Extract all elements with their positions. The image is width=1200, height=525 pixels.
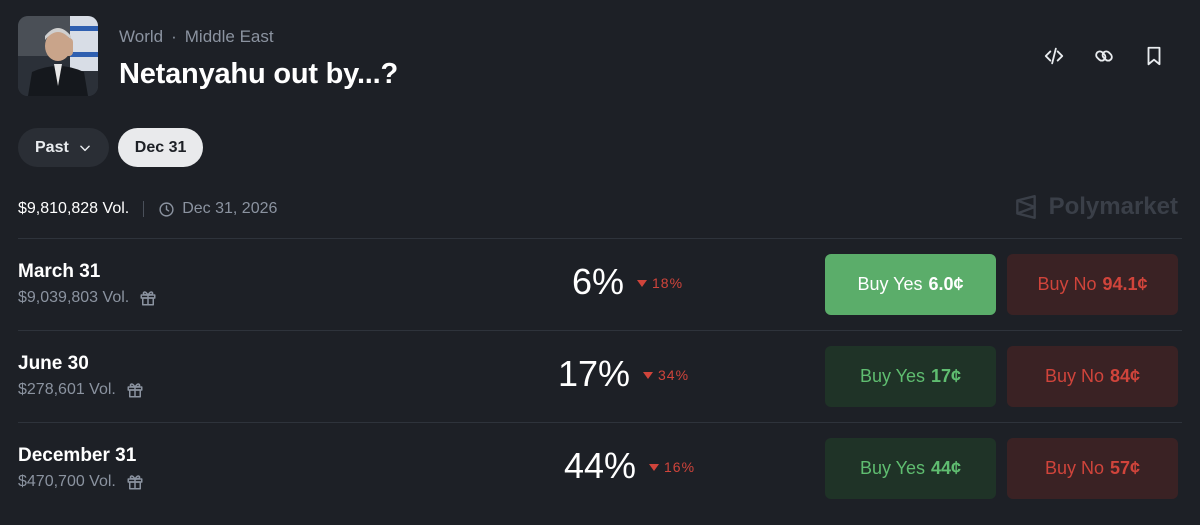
- buy-yes-price: 44¢: [931, 458, 962, 478]
- buy-yes-button[interactable]: Buy Yes 6.0¢: [825, 254, 996, 315]
- buy-no-label: Buy No: [1037, 274, 1097, 294]
- market-volume: $470,700 Vol.: [18, 473, 144, 491]
- past-dropdown-label: Past: [35, 138, 69, 156]
- page-title: Netanyahu out by...?: [119, 58, 399, 90]
- gift-icon[interactable]: [126, 473, 144, 491]
- probability-change-text: 18%: [652, 275, 684, 291]
- breadcrumb: World · Middle East: [119, 27, 274, 47]
- past-dropdown[interactable]: Past: [18, 128, 109, 167]
- embed-code-icon[interactable]: [1042, 44, 1066, 68]
- gift-icon[interactable]: [126, 381, 144, 399]
- brand-name: Polymarket: [1048, 193, 1178, 220]
- buy-yes-price: 6.0¢: [928, 274, 964, 294]
- link-icon[interactable]: [1092, 44, 1116, 68]
- buy-no-price: 84¢: [1109, 366, 1141, 386]
- down-arrow-icon: [637, 280, 647, 287]
- down-arrow-icon: [643, 372, 653, 379]
- chevron-down-icon: [79, 145, 90, 151]
- market-row: March 31 $9,039,803 Vol. 6% 18% Buy Yes …: [18, 238, 1182, 331]
- market-thumbnail: [18, 16, 98, 96]
- market-row: December 31 $470,700 Vol. 44% 16% Buy Ye…: [18, 422, 1182, 515]
- market-volume: $278,601 Vol.: [18, 381, 144, 399]
- date-pill-selected[interactable]: Dec 31: [117, 128, 204, 167]
- market-volume: $9,039,803 Vol.: [18, 289, 157, 307]
- breadcrumb-category[interactable]: World: [119, 27, 163, 46]
- buy-yes-label: Buy Yes: [859, 366, 925, 386]
- buy-no-label: Buy No: [1044, 458, 1104, 478]
- buy-no-button[interactable]: Buy No 84¢: [1007, 346, 1178, 407]
- probability-change: 18%: [637, 275, 683, 291]
- buy-yes-label: Buy Yes: [857, 274, 923, 294]
- polymarket-logo-icon: [1015, 194, 1036, 220]
- market-probability: 17%: [557, 353, 630, 394]
- breadcrumb-subcategory[interactable]: Middle East: [185, 27, 274, 46]
- probability-change: 16%: [649, 459, 695, 475]
- buy-no-button[interactable]: Buy No 57¢: [1007, 438, 1178, 499]
- market-meta: $9,810,828 Vol. Dec 31, 2026: [18, 200, 277, 218]
- market-name[interactable]: March 31: [18, 261, 100, 283]
- gift-icon[interactable]: [139, 289, 157, 307]
- market-row: June 30 $278,601 Vol. 17% 34% Buy Yes 17…: [18, 330, 1182, 423]
- date-filters: Past Dec 31: [18, 128, 204, 167]
- clock-icon: [159, 201, 174, 217]
- down-arrow-icon: [649, 464, 659, 471]
- header-actions: [1042, 44, 1166, 68]
- total-volume: $9,810,828 Vol.: [18, 200, 130, 217]
- market-volume-text: $470,700 Vol.: [18, 473, 116, 490]
- probability-change-text: 16%: [664, 459, 696, 475]
- buy-yes-price: 17¢: [931, 366, 962, 386]
- market-thumbnail-image: [18, 16, 98, 96]
- bookmark-icon[interactable]: [1142, 44, 1166, 68]
- market-probability: 44%: [563, 445, 636, 486]
- probability-change-text: 34%: [658, 367, 690, 383]
- market-header: World · Middle East Netanyahu out by...?: [18, 16, 1182, 98]
- market-volume-text: $278,601 Vol.: [18, 381, 116, 398]
- end-date: Dec 31, 2026: [158, 200, 277, 218]
- meta-divider: [143, 201, 145, 217]
- buy-yes-button[interactable]: Buy Yes 17¢: [825, 346, 996, 407]
- buy-no-price: 94.1¢: [1102, 274, 1148, 294]
- breadcrumb-separator: ·: [171, 27, 177, 46]
- market-volume-text: $9,039,803 Vol.: [18, 289, 130, 306]
- polymarket-logo: Polymarket: [1013, 193, 1178, 221]
- buy-no-price: 57¢: [1109, 458, 1141, 478]
- market-probability: 6%: [571, 261, 624, 302]
- buy-no-button[interactable]: Buy No 94.1¢: [1007, 254, 1178, 315]
- buy-yes-button[interactable]: Buy Yes 44¢: [825, 438, 996, 499]
- market-name[interactable]: June 30: [18, 353, 89, 375]
- market-name[interactable]: December 31: [18, 445, 136, 467]
- end-date-text: Dec 31, 2026: [182, 200, 278, 217]
- buy-no-label: Buy No: [1044, 366, 1104, 386]
- probability-change: 34%: [643, 367, 689, 383]
- buy-yes-label: Buy Yes: [859, 458, 925, 478]
